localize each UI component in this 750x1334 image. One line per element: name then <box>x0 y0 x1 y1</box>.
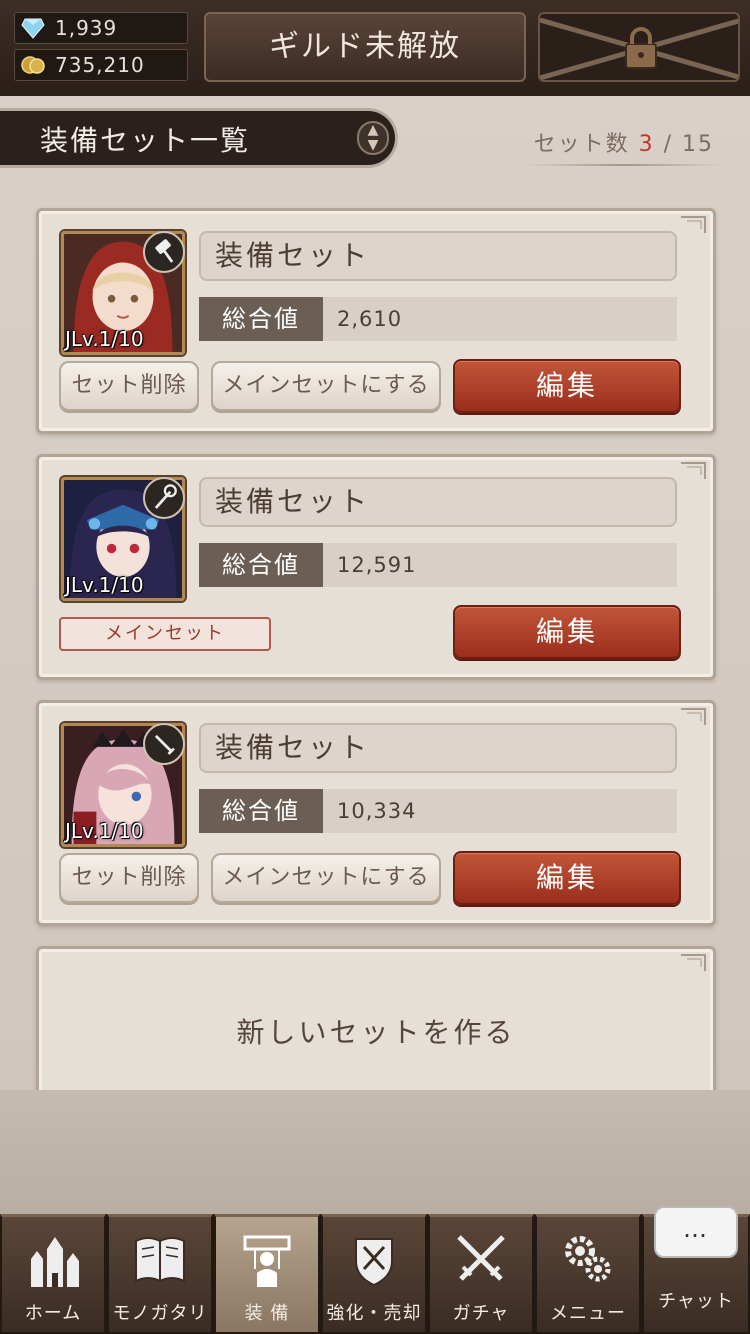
locked-feature-button[interactable] <box>538 12 740 82</box>
total-label: 総合値 <box>199 543 323 587</box>
nav-gacha[interactable]: ガチャ <box>428 1214 534 1334</box>
gem-counter: 1,939 <box>14 12 188 44</box>
total-stat-row: 総合値 12,591 <box>199 543 677 587</box>
page-title: 装備セット一覧 <box>40 124 251 157</box>
gold-counter: 735,210 <box>14 49 188 81</box>
total-stat-row: 総合値 2,610 <box>199 297 677 341</box>
gold-coin-icon <box>21 56 45 74</box>
nav-story[interactable]: モノガタリ <box>107 1214 213 1334</box>
shield-icon <box>355 1238 393 1287</box>
set-count-separator: / <box>663 132 673 157</box>
job-level: JLv.1/10 <box>65 327 144 351</box>
bottom-navigation: ホーム モノガタリ 装 備 強化・売却 ガチャ メニュー チャット <box>0 1214 750 1334</box>
total-label: 総合値 <box>199 297 323 341</box>
make-main-set-button[interactable]: メインセットにする <box>211 853 441 903</box>
nav-equipment[interactable]: 装 備 <box>214 1214 320 1334</box>
set-count-label: セット数 <box>533 132 630 157</box>
main-set-badge: メインセット <box>59 617 271 651</box>
nav-label: メニュー <box>550 1303 626 1324</box>
new-set-label: 新しいセットを作る <box>236 1016 516 1049</box>
page-title-banner: 装備セット一覧 ▲ ▼ <box>0 108 398 168</box>
new-set-card[interactable]: 新しいセットを作る <box>36 946 716 1090</box>
ornament-icon <box>681 708 706 725</box>
nav-label: ホーム <box>24 1303 82 1324</box>
top-status-bar: 1,939 735,210 ギルド未解放 <box>0 0 750 96</box>
ornament-icon <box>681 216 706 233</box>
set-name[interactable]: 装備セット <box>199 723 677 773</box>
nav-label: モノガタリ <box>112 1303 208 1324</box>
nav-label: ガチャ <box>452 1303 510 1324</box>
gears-icon <box>565 1236 611 1282</box>
divider <box>523 164 724 166</box>
total-value: 10,334 <box>337 799 417 823</box>
job-level: JLv.1/10 <box>65 573 144 597</box>
nav-label: チャット <box>658 1291 734 1312</box>
edit-button[interactable]: 編集 <box>453 605 681 659</box>
ornament-icon <box>681 954 706 971</box>
gold-amount: 735,210 <box>55 53 145 77</box>
nav-upgrade-sell[interactable]: 強化・売却 <box>321 1214 427 1334</box>
total-value: 12,591 <box>337 553 417 577</box>
hammer-icon <box>143 231 185 273</box>
book-icon <box>135 1237 185 1283</box>
nav-label: 装 備 <box>244 1303 290 1324</box>
crossed-swords-icon <box>457 1235 505 1281</box>
total-label: 総合値 <box>199 789 323 833</box>
delete-set-button[interactable]: セット削除 <box>59 853 199 903</box>
equipment-set-list: 装備セット一覧 ▲ ▼ セット数 3 / 15 JLv.1/10 装備セット 総合 <box>0 96 750 1090</box>
set-count-max: 15 <box>682 132 714 157</box>
sword-icon <box>143 723 185 765</box>
staff-icon <box>143 477 185 519</box>
set-count-current: 3 <box>638 132 655 157</box>
job-level: JLv.1/10 <box>65 819 144 843</box>
set-name[interactable]: 装備セット <box>199 477 677 527</box>
edit-button[interactable]: 編集 <box>453 359 681 413</box>
gem-icon <box>21 18 45 39</box>
nav-label: 強化・売却 <box>326 1303 422 1324</box>
total-stat-row: 総合値 10,334 <box>199 789 677 833</box>
delete-set-button[interactable]: セット削除 <box>59 361 199 411</box>
nav-menu[interactable]: メニュー <box>535 1214 641 1334</box>
set-count: セット数 3 / 15 <box>523 126 724 166</box>
chat-bubble-icon[interactable]: … <box>654 1206 738 1258</box>
chain-lock-icon <box>540 17 738 80</box>
total-value: 2,610 <box>337 307 403 331</box>
make-main-set-button[interactable]: メインセットにする <box>211 361 441 411</box>
nav-home[interactable]: ホーム <box>0 1214 106 1334</box>
gem-amount: 1,939 <box>55 16 118 40</box>
edit-button[interactable]: 編集 <box>453 851 681 905</box>
castle-icon <box>31 1237 79 1287</box>
nav-backdrop <box>0 1090 750 1214</box>
set-card: JLv.1/10 装備セット 総合値 12,591 メインセット 編集 <box>36 454 716 680</box>
ornament-icon <box>681 462 706 479</box>
guild-button[interactable]: ギルド未解放 <box>204 12 526 82</box>
set-card: JLv.1/10 装備セット 総合値 2,610 セット削除 メインセットにする… <box>36 208 716 434</box>
set-name[interactable]: 装備セット <box>199 231 677 281</box>
equipment-icon <box>243 1235 291 1287</box>
set-card: JLv.1/10 装備セット 総合値 10,334 セット削除 メインセットにす… <box>36 700 716 926</box>
sort-toggle[interactable]: ▲ ▼ <box>357 121 389 155</box>
